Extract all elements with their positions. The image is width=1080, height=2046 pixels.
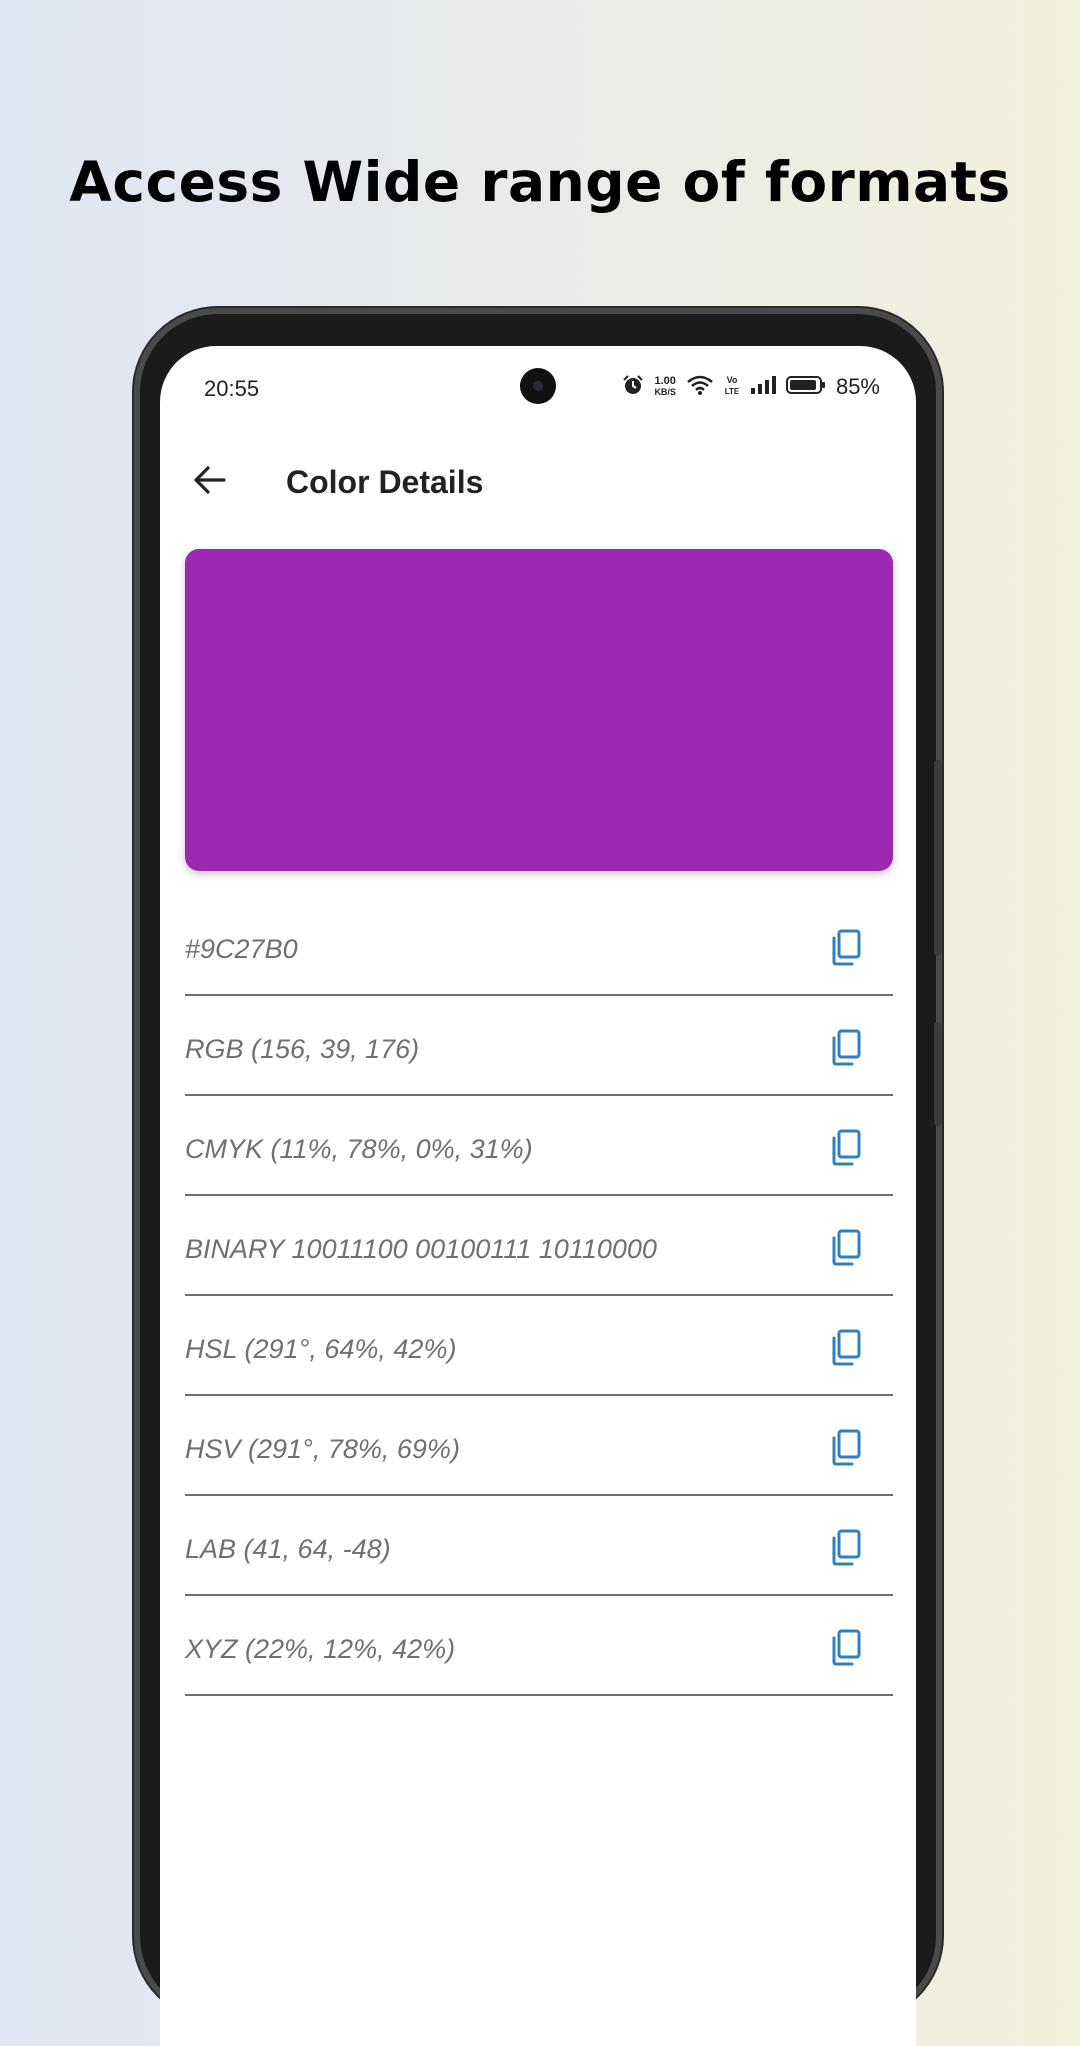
- copy-button[interactable]: [823, 1119, 867, 1171]
- copy-button[interactable]: [823, 1319, 867, 1371]
- copy-button[interactable]: [823, 919, 867, 971]
- format-list: #9C27B0 RGB (156, 39, 176) CMYK (11%, 78%,…: [185, 896, 893, 1696]
- copy-icon: [828, 1028, 862, 1070]
- front-camera: [520, 368, 556, 404]
- format-value: XYZ (22%, 12%, 42%): [185, 1633, 456, 1664]
- copy-button[interactable]: [823, 1419, 867, 1471]
- headline: Access Wide range of formats: [69, 150, 1011, 214]
- copy-icon: [828, 1128, 862, 1170]
- format-row: XYZ (22%, 12%, 42%): [185, 1596, 893, 1696]
- phone-screen: 20:55 1.00 KB/S Vo LTE 85% Color Details…: [160, 346, 916, 2046]
- format-value: HSV (291°, 78%, 69%): [185, 1433, 460, 1464]
- volume-button: [934, 1022, 942, 1126]
- arrow-left-icon: [192, 462, 228, 502]
- page-title: Color Details: [286, 464, 484, 500]
- net-speed-value: 1.00: [654, 375, 676, 387]
- copy-icon: [828, 1528, 862, 1570]
- copy-icon: [828, 1428, 862, 1470]
- svg-text:Vo: Vo: [727, 375, 738, 385]
- battery-percent: 85%: [835, 374, 880, 399]
- copy-button[interactable]: [823, 1519, 867, 1571]
- copy-button[interactable]: [823, 1019, 867, 1071]
- copy-button[interactable]: [823, 1219, 867, 1271]
- battery-icon: [785, 374, 826, 400]
- format-value: LAB (41, 64, -48): [185, 1533, 391, 1564]
- wifi-icon: [686, 374, 714, 400]
- format-row: HSV (291°, 78%, 69%): [185, 1396, 893, 1496]
- color-swatch: [185, 549, 893, 871]
- copy-button[interactable]: [823, 1619, 867, 1671]
- format-value: RGB (156, 39, 176): [185, 1033, 420, 1064]
- copy-icon: [828, 1628, 862, 1670]
- copy-icon: [828, 928, 862, 970]
- app-bar: Color Details: [160, 426, 916, 546]
- format-row: RGB (156, 39, 176): [185, 996, 893, 1096]
- format-row: BINARY 10011100 00100111 10110000: [185, 1196, 893, 1296]
- copy-icon: [828, 1228, 862, 1270]
- format-row: LAB (41, 64, -48): [185, 1496, 893, 1596]
- format-row: CMYK (11%, 78%, 0%, 31%): [185, 1096, 893, 1196]
- format-value: HSL (291°, 64%, 42%): [185, 1333, 457, 1364]
- volte-icon: Vo LTE: [724, 374, 740, 400]
- format-row: #9C27B0: [185, 896, 893, 996]
- net-speed-unit: KB/S: [654, 387, 676, 397]
- format-row: HSL (291°, 64%, 42%): [185, 1296, 893, 1396]
- status-time: 20:55: [204, 376, 260, 401]
- alarm-icon: [622, 374, 644, 400]
- signal-icon: [750, 374, 776, 400]
- format-value: CMYK (11%, 78%, 0%, 31%): [185, 1133, 533, 1164]
- format-value: #9C27B0: [185, 933, 298, 964]
- copy-icon: [828, 1328, 862, 1370]
- power-button: [934, 760, 942, 956]
- back-button[interactable]: [188, 460, 232, 504]
- status-bar: 20:55 1.00 KB/S Vo LTE 85%: [160, 346, 916, 426]
- svg-text:LTE: LTE: [725, 387, 740, 396]
- net-speed: 1.00 KB/S: [654, 376, 676, 398]
- format-value: BINARY 10011100 00100111 10110000: [185, 1233, 657, 1264]
- status-icons: 1.00 KB/S Vo LTE 85%: [622, 372, 880, 402]
